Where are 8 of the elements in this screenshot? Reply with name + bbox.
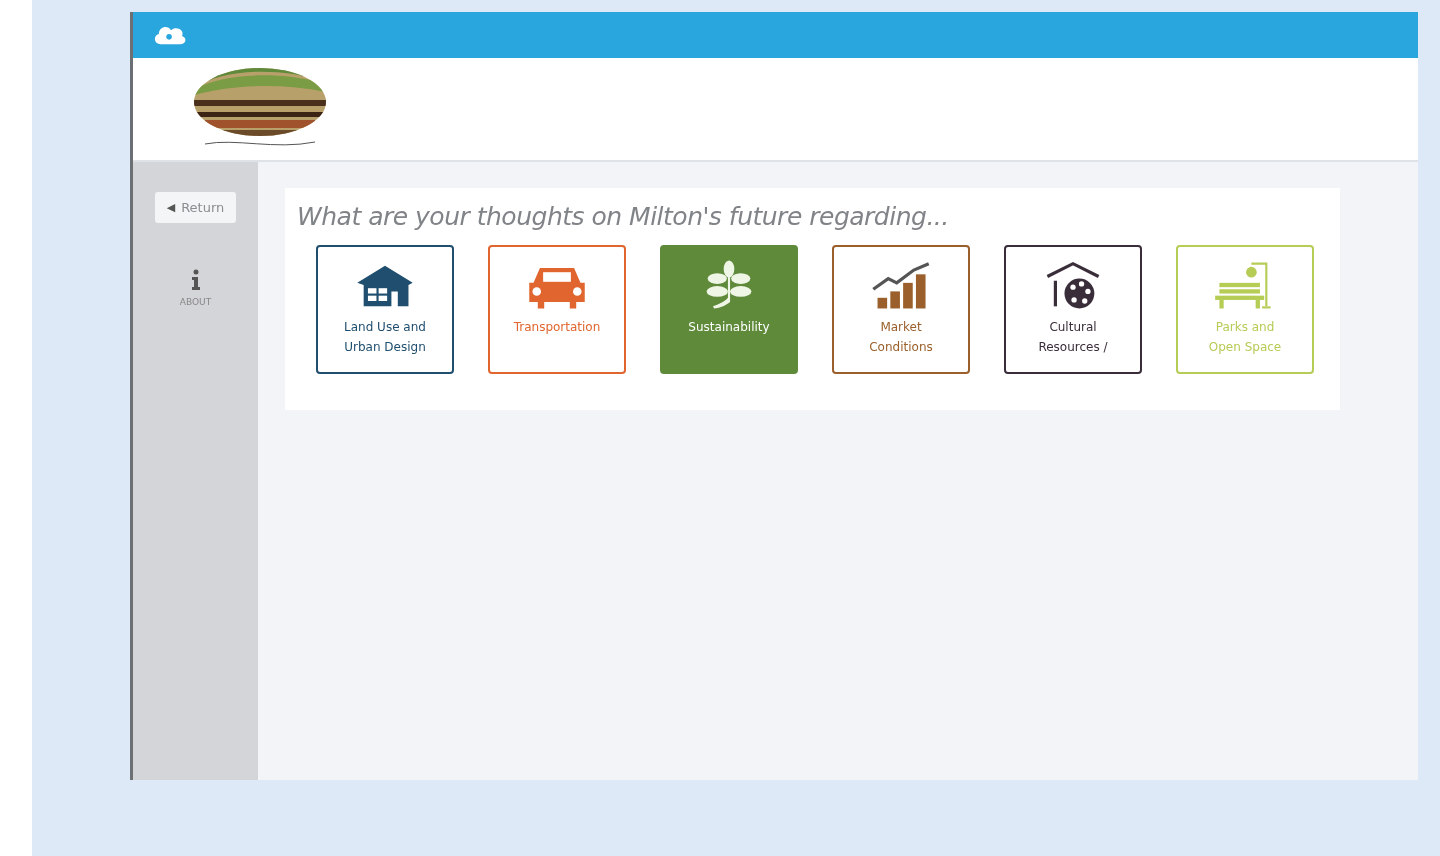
topic-tile[interactable]: Market Conditions: [832, 245, 970, 374]
topic-tile[interactable]: Transportation: [488, 245, 626, 374]
topic-tile[interactable]: Cultural Resources /: [1004, 245, 1142, 374]
topic-tile[interactable]: Land Use and Urban Design: [316, 245, 454, 374]
question-text: What are your thoughts on Milton's future regarding...: [296, 202, 950, 231]
topic-tile[interactable]: Sustainability: [660, 245, 798, 374]
return-button[interactable]: ◀ Return: [154, 192, 237, 223]
info-icon[interactable]: [189, 269, 202, 291]
